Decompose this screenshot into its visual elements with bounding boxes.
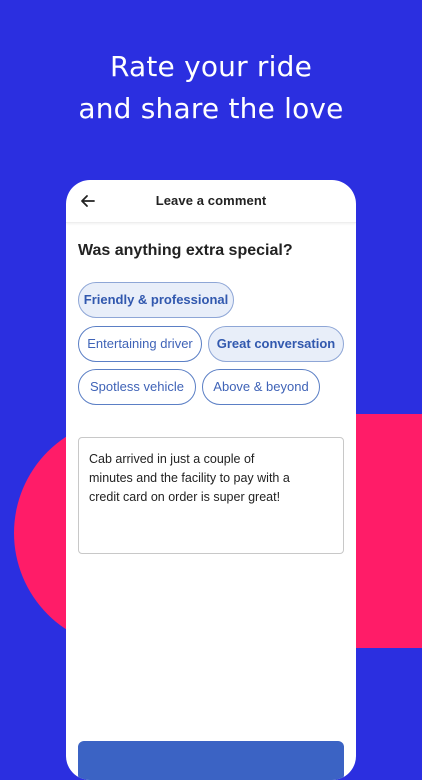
headline: Rate your ride and share the love (0, 46, 422, 130)
app-bar: Leave a comment (66, 180, 356, 223)
phone-screen: Leave a comment Was anything extra speci… (66, 180, 356, 780)
chip-spotless-vehicle[interactable]: Spotless vehicle (78, 369, 196, 405)
chip-entertaining-driver[interactable]: Entertaining driver (78, 326, 202, 362)
submit-button[interactable] (78, 741, 344, 780)
comment-line-3: credit card on order is super great! (89, 490, 281, 504)
question-heading: Was anything extra special? (78, 242, 293, 259)
chip-friendly-professional[interactable]: Friendly & professional (78, 282, 234, 318)
headline-line-2: and share the love (78, 92, 344, 125)
comment-line-1: Cab arrived in just a couple of (89, 452, 255, 466)
headline-line-1: Rate your ride (109, 50, 313, 83)
chip-great-conversation[interactable]: Great conversation (208, 326, 344, 362)
comment-line-2: minutes and the facility to pay with a (89, 471, 290, 485)
comment-textarea[interactable]: Cab arrived in just a couple of minutes … (78, 437, 344, 554)
page-title: Leave a comment (155, 193, 267, 208)
chip-above-beyond[interactable]: Above & beyond (202, 369, 320, 405)
